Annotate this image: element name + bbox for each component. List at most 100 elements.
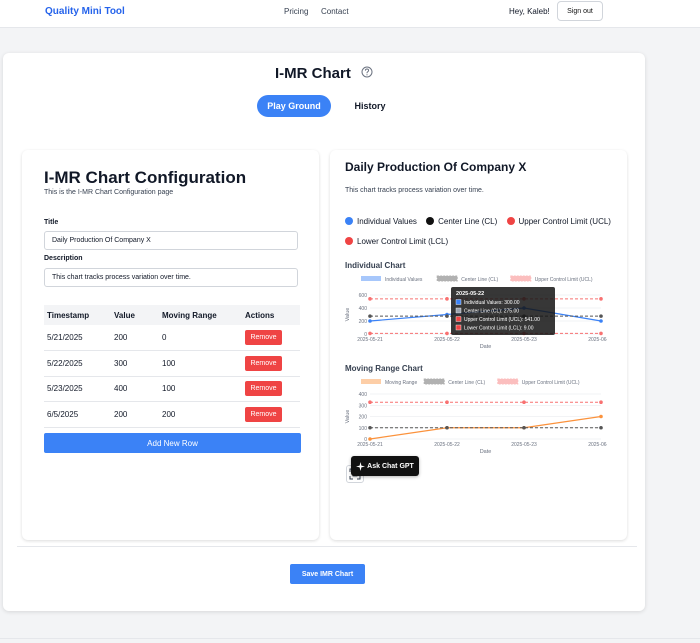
cell-actions: Remove: [242, 350, 300, 377]
moving-range-chart[interactable]: Moving Range Center Line (CL) Upper Contro…: [345, 377, 607, 457]
table-row: 5/22/2025 300 100 Remove: [44, 350, 300, 377]
tooltip-date: 2025-05-22: [456, 291, 484, 297]
legend-item-center-line: Center Line (CL): [426, 211, 497, 231]
data-point-upper-control-limit-ucl: [368, 297, 372, 301]
x-axis-label: Date: [480, 344, 492, 350]
data-point-moving-range: [599, 414, 603, 419]
data-point-center-line-cl: [368, 314, 372, 318]
individual-chart[interactable]: Individual Values Center Line (CL) Upper C…: [345, 274, 607, 352]
remove-row-button[interactable]: Remove: [245, 355, 282, 371]
y-tick-label: 300: [359, 403, 368, 409]
data-point-center-line-cl: [368, 425, 372, 430]
x-tick-label: 2025-05-23: [511, 337, 537, 343]
cell-moving-range: 0: [159, 325, 242, 351]
legend-text-upper-control-limit-ucl: Upper Control Limit (UCL): [535, 277, 593, 283]
ask-chat-gpt-button[interactable]: Ask Chat GPT: [351, 456, 419, 476]
description-field-label: Description: [44, 255, 83, 262]
x-axis-label: Date: [480, 449, 492, 455]
brand-logo[interactable]: Quality Mini Tool: [45, 6, 125, 17]
cell-actions: Remove: [242, 401, 300, 428]
x-tick-label: 2025-05-22: [434, 442, 460, 448]
column-header-actions: Actions: [242, 305, 300, 325]
title-field-label: Title: [44, 219, 59, 226]
cell-value[interactable]: 200: [111, 325, 159, 351]
y-tick-label: 100: [359, 426, 368, 432]
legend-item-ucl: Upper Control Limit (UCL): [506, 211, 611, 231]
legend-dot-icon: [426, 217, 435, 225]
nav-link-contact[interactable]: Contact: [321, 7, 349, 16]
data-point-individual-values: [599, 319, 603, 323]
y-tick-label: 600: [359, 293, 368, 299]
x-tick-label: 2025-06-05: [588, 442, 607, 448]
save-imr-chart-button[interactable]: Save IMR Chart: [290, 564, 365, 584]
tab-play-ground[interactable]: Play Ground: [257, 95, 331, 117]
legend-item-lcl: Lower Control Limit (LCL): [345, 231, 448, 251]
tooltip-line: Individual Values: 300.00: [464, 300, 520, 306]
table-row: 6/5/2025 200 200 Remove: [44, 401, 300, 428]
tooltip-swatch: [455, 299, 462, 305]
data-point-lower-control-limit-lcl: [445, 331, 449, 336]
data-point-individual-values: [368, 319, 372, 323]
sign-out-button[interactable]: Sign out: [557, 1, 603, 21]
data-point-center-line-cl: [445, 425, 449, 430]
x-tick-label: 2025-05-21: [357, 442, 383, 448]
cell-timestamp: 5/21/2025: [44, 325, 111, 351]
tooltip-line: Center Line (CL): 275.00: [464, 309, 519, 315]
moving-range-chart-label: Moving Range Chart: [345, 364, 423, 373]
x-tick-label: 2025-06-05: [588, 337, 607, 343]
legend-label: Center Line (CL): [438, 216, 498, 226]
tab-history[interactable]: History: [343, 95, 397, 117]
description-input[interactable]: This chart tracks process variation over…: [44, 268, 298, 287]
legend-dot-icon: [345, 237, 353, 245]
data-point-lower-control-limit-lcl: [599, 331, 603, 336]
nav-link-pricing[interactable]: Pricing: [284, 7, 308, 16]
x-tick-label: 2025-05-22: [434, 337, 460, 343]
column-header-moving-range: Moving Range: [159, 305, 242, 325]
remove-row-button[interactable]: Remove: [245, 406, 282, 422]
legend-text-center-line-cl: Center Line (CL): [448, 380, 485, 386]
data-point-upper-control-limit-ucl: [522, 400, 526, 405]
cell-actions: Remove: [242, 325, 300, 351]
cell-timestamp: 6/5/2025: [44, 401, 111, 428]
ask-chat-gpt-label: Ask Chat GPT: [367, 462, 414, 470]
cell-value[interactable]: 300: [111, 350, 159, 377]
legend-text-upper-control-limit-ucl: Upper Control Limit (UCL): [522, 380, 580, 386]
column-header-value: Value: [111, 305, 159, 325]
legend-swatch-moving-range: [361, 379, 381, 384]
main-card: I-MR Chart Play Ground History I-MR Char…: [3, 53, 645, 611]
remove-row-button[interactable]: Remove: [245, 330, 282, 345]
cell-moving-range: 100: [159, 350, 242, 377]
table-header-row: Timestamp Value Moving Range Actions: [44, 305, 300, 325]
config-subtitle: This is the I-MR Chart Configuration pag…: [44, 189, 174, 196]
top-nav: Quality Mini Tool Pricing Contact Hey, K…: [0, 0, 700, 28]
data-point-center-line-cl: [599, 425, 603, 430]
title-input[interactable]: Daily Production Of Company X: [44, 231, 298, 250]
legend-swatch-upper-control-limit-ucl: [497, 378, 519, 385]
legend-dot-icon: [345, 217, 353, 225]
remove-row-button[interactable]: Remove: [245, 381, 282, 397]
legend-label: Individual Values: [357, 216, 417, 226]
cell-value[interactable]: 200: [111, 401, 159, 428]
add-new-row-button[interactable]: Add New Row: [44, 433, 301, 453]
data-point-center-line-cl: [445, 314, 449, 318]
data-point-upper-control-limit-ucl: [445, 297, 449, 301]
x-tick-label: 2025-05-23: [511, 442, 537, 448]
data-point-center-line-cl: [522, 425, 526, 430]
legend-text-moving-range: Moving Range: [385, 380, 417, 386]
section-divider: [17, 546, 637, 547]
cell-timestamp: 5/23/2025: [44, 376, 111, 402]
cell-actions: Remove: [242, 376, 300, 402]
config-title: I-MR Chart Configuration: [44, 168, 247, 187]
y-axis-label: Value: [345, 308, 351, 322]
config-panel: I-MR Chart Configuration This is the I-M…: [22, 150, 319, 540]
y-tick-label: 200: [359, 415, 368, 421]
individual-chart-label: Individual Chart: [345, 261, 406, 270]
chart-preview-panel: Daily Production Of Company X This chart…: [330, 150, 627, 540]
cell-value[interactable]: 400: [111, 376, 159, 402]
legend-swatch-upper-control-limit-ucl: [510, 275, 532, 282]
table-row: 5/21/2025 200 0 Remove: [44, 325, 300, 351]
tooltip-swatch: [455, 316, 462, 322]
y-tick-label: 200: [359, 319, 368, 325]
help-icon[interactable]: [361, 66, 373, 78]
y-axis-label: Value: [345, 410, 351, 424]
